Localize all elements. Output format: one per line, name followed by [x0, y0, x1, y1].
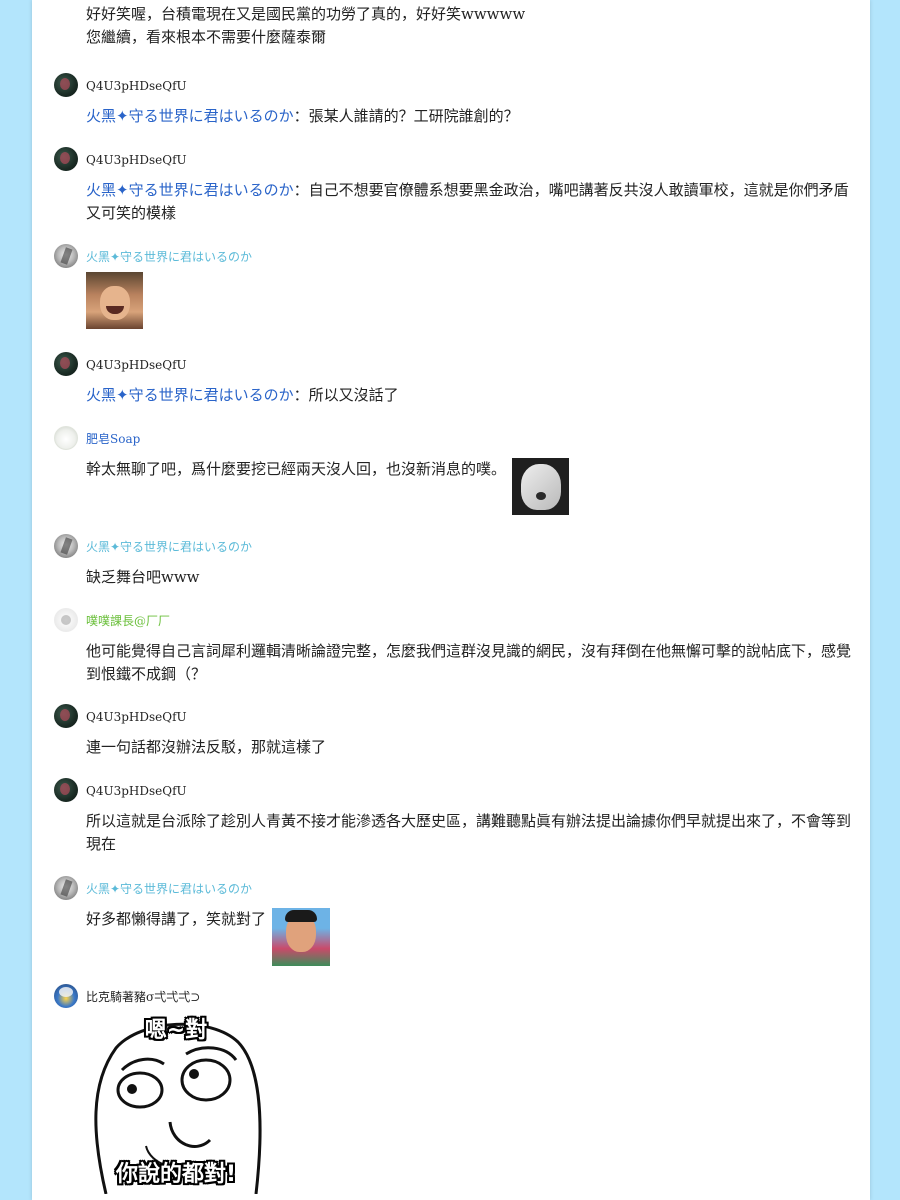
reply-content: 幹太無聊了吧，爲什麼要挖已經兩天沒人回，也沒新消息的噗。 [86, 460, 507, 478]
user-name[interactable]: Q4U3pHDseQfU [86, 784, 187, 798]
reply-header: Q4U3pHDseQfU [54, 73, 854, 99]
reply-content: 好多都懶得講了，笑就對了 [86, 910, 267, 928]
reply-text: 缺乏舞台吧www [86, 566, 854, 589]
reply-text: 火黑✦守る世界に君はいるのか：自己不想要官僚體系想要黑金政治，嘴吧講著反共沒人敢… [86, 179, 854, 225]
user-name[interactable]: 火黑✦守る世界に君はいるのか [86, 882, 252, 896]
user-name[interactable]: Q4U3pHDseQfU [86, 710, 187, 724]
reply-line: 好好笑喔，台積電現在又是國民黨的功勞了真的，好好笑wwwww [86, 5, 526, 23]
reply-content: ：張某人誰請的？工研院誰創的？ [293, 107, 519, 125]
reply-content: 他可能覺得自己言詞犀利邏輯清晰論證完整，怎麼我們這群沒見識的網民，沒有拜倒在他無… [86, 642, 852, 683]
reply-text: 所以這就是台派除了趁別人青黃不接才能滲透各大歷史區，講難聽點眞有辦法提出論據你們… [86, 810, 854, 856]
reply-header: Q4U3pHDseQfU [54, 147, 854, 173]
user-name[interactable]: 肥皂Soap [86, 432, 140, 446]
reply-header: 火黑✦守る世界に君はいるのか [54, 876, 854, 902]
reply-item: 火黑✦守る世界に君はいるのか [54, 244, 854, 329]
user-avatar[interactable] [54, 73, 78, 97]
user-avatar[interactable] [54, 984, 78, 1008]
reply-header: 火黑✦守る世界に君はいるのか [54, 534, 854, 560]
user-name[interactable]: 噗噗課長@厂厂 [86, 614, 170, 628]
reply-content: 缺乏舞台吧www [86, 568, 200, 586]
reply-item: 噗噗課長@厂厂 他可能覺得自己言詞犀利邏輯清晰論證完整，怎麼我們這群沒見識的網民… [54, 608, 854, 686]
user-name[interactable]: Q4U3pHDseQfU [86, 358, 187, 372]
reply-header: 火黑✦守る世界に君はいるのか [54, 244, 854, 270]
reply-content: 連一句話都沒辦法反駁，那就這樣了 [86, 738, 327, 756]
reply-text: 火黑✦守る世界に君はいるのか：所以又沒話了 [86, 384, 854, 407]
user-avatar[interactable] [54, 426, 78, 450]
mention-link[interactable]: 火黑✦守る世界に君はいるのか [86, 107, 294, 125]
reply-item: Q4U3pHDseQfU 火黑✦守る世界に君はいるのか：所以又沒話了 [54, 352, 854, 407]
user-avatar[interactable] [54, 534, 78, 558]
reply-item: 火黑✦守る世界に君はいるのか 好多都懶得講了，笑就對了 [54, 876, 854, 966]
reply-header: Q4U3pHDseQfU [54, 778, 854, 804]
reply-item: 比克騎著豬σ弌弌弌⊃ 嗯~對 你說的都對! [54, 984, 854, 1195]
user-name[interactable]: Q4U3pHDseQfU [86, 79, 187, 93]
user-avatar[interactable] [54, 244, 78, 268]
mention-link[interactable]: 火黑✦守る世界に君はいるのか [86, 386, 294, 404]
user-name[interactable]: 火黑✦守る世界に君はいるのか [86, 540, 252, 554]
agree-meme-image[interactable]: 嗯~對 你說的都對! [86, 1014, 266, 1195]
reply-header: Q4U3pHDseQfU [54, 704, 854, 730]
reply-line: 您繼續，看來根本不需要什麼薩泰爾 [86, 28, 327, 46]
reply-header: 噗噗課長@厂厂 [54, 608, 854, 634]
user-avatar[interactable] [54, 778, 78, 802]
reply-header: 肥皂Soap [54, 426, 854, 452]
reply-item: 火黑✦守る世界に君はいるのか 缺乏舞台吧www [54, 534, 854, 589]
reply-content: ：所以又沒話了 [293, 386, 399, 404]
reply-item: 肥皂Soap 幹太無聊了吧，爲什麼要挖已經兩天沒人回，也沒新消息的噗。 [54, 426, 854, 515]
reply-header: 比克騎著豬σ弌弌弌⊃ [54, 984, 854, 1010]
meme-bottom-caption: 你說的都對! [115, 1162, 237, 1187]
reply-item: Q4U3pHDseQfU 連一句話都沒辦法反駁，那就這樣了 [54, 704, 854, 759]
reply-text: 連一句話都沒辦法反駁，那就這樣了 [86, 736, 854, 759]
reply-text: 好好笑喔，台積電現在又是國民黨的功勞了真的，好好笑wwwww 您繼續，看來根本不… [86, 3, 854, 49]
laughing-man-sticker[interactable] [86, 272, 143, 329]
reply-item: Q4U3pHDseQfU 所以這就是台派除了趁別人青黃不接才能滲透各大歷史區，講… [54, 778, 854, 856]
reply-item: Q4U3pHDseQfU 火黑✦守る世界に君はいるのか：自己不想要官僚體系想要黑… [54, 147, 854, 225]
reply-text: 幹太無聊了吧，爲什麼要挖已經兩天沒人回，也沒新消息的噗。 [86, 458, 854, 515]
user-avatar[interactable] [54, 352, 78, 376]
smiling-boy-sticker[interactable] [272, 908, 331, 966]
mention-link[interactable]: 火黑✦守る世界に君はいるのか [86, 181, 294, 199]
robot-face-sticker[interactable] [512, 458, 570, 515]
reply-text [86, 272, 854, 329]
user-name[interactable]: Q4U3pHDseQfU [86, 153, 187, 167]
user-avatar[interactable] [54, 608, 78, 632]
reply-text: 火黑✦守る世界に君はいるのか：張某人誰請的？工研院誰創的？ [86, 105, 854, 128]
user-avatar[interactable] [54, 147, 78, 171]
reply-content: 所以這就是台派除了趁別人青黃不接才能滲透各大歷史區，講難聽點眞有辦法提出論據你們… [86, 812, 852, 853]
user-name[interactable]: 火黑✦守る世界に君はいるのか [86, 250, 252, 264]
meme-top-caption: 嗯~對 [144, 1018, 208, 1043]
reply-text: 他可能覺得自己言詞犀利邏輯清晰論證完整，怎麼我們這群沒見識的網民，沒有拜倒在他無… [86, 640, 854, 686]
reply-text: 好多都懶得講了，笑就對了 [86, 908, 854, 966]
plurk-thread-panel: 好好笑喔，台積電現在又是國民黨的功勞了真的，好好笑wwwww 您繼續，看來根本不… [32, 0, 870, 1200]
reply-header: Q4U3pHDseQfU [54, 352, 854, 378]
user-avatar[interactable] [54, 876, 78, 900]
previous-reply-continuation: 好好笑喔，台積電現在又是國民黨的功勞了真的，好好笑wwwww 您繼續，看來根本不… [54, 3, 854, 49]
reply-item: Q4U3pHDseQfU 火黑✦守る世界に君はいるのか：張某人誰請的？工研院誰創… [54, 73, 854, 128]
user-avatar[interactable] [54, 704, 78, 728]
user-name[interactable]: 比克騎著豬σ弌弌弌⊃ [86, 990, 200, 1004]
